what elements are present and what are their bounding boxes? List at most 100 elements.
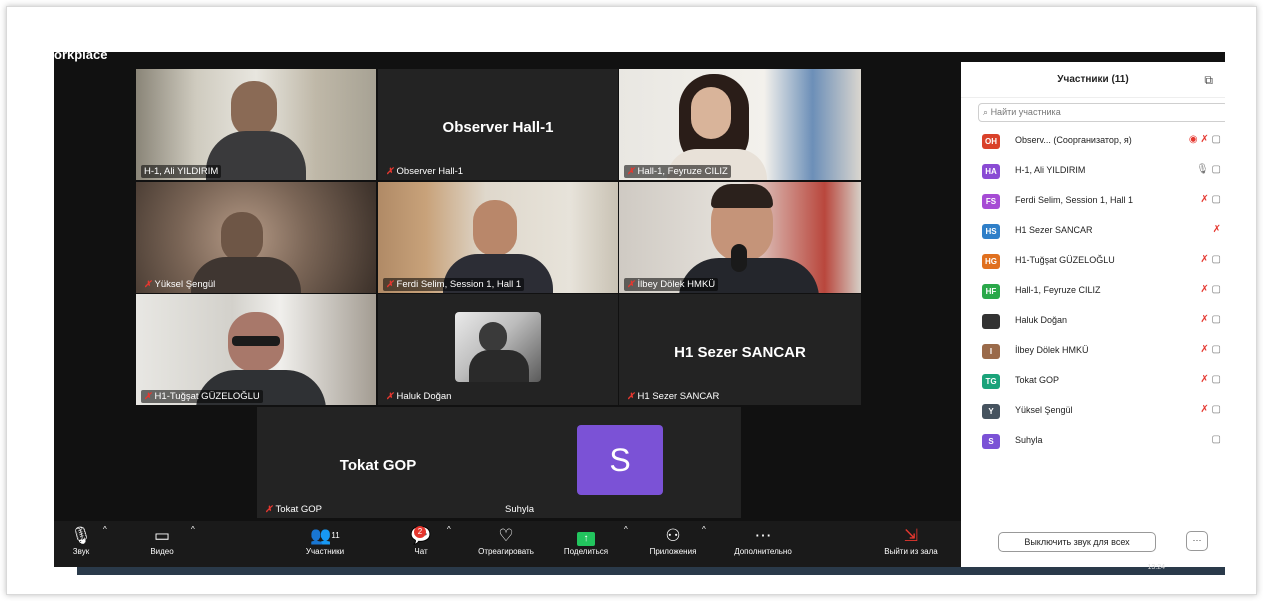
- video-tile[interactable]: ✗ H1-Tuğşat GÜZELOĞLU: [136, 294, 376, 405]
- screenshot-frame: orkplace H-1, Ali YILDIRIM Observer Hall…: [6, 6, 1257, 595]
- video-tile[interactable]: Tokat GOP S ✗ Tokat GOP Suhyla: [257, 407, 741, 518]
- person-face: [691, 87, 731, 139]
- participants-icon: 👥11: [310, 526, 340, 545]
- more-icon: ⋯: [754, 526, 772, 545]
- participant-row[interactable]: Y Yüksel Şengül ✗ ▢: [961, 396, 1225, 426]
- participant-status-icons: ✗ ▢: [1200, 314, 1221, 325]
- participant-row[interactable]: Haluk Doğan ✗ ▢: [961, 306, 1225, 336]
- avatar: I: [982, 344, 1000, 359]
- mic-muted-icon: ✗: [1200, 314, 1212, 325]
- participant-status-icons: ✗ ▢: [1200, 404, 1221, 415]
- video-button[interactable]: ▭ Видео: [142, 525, 182, 556]
- profile-person: [479, 322, 507, 352]
- avatar: S: [577, 425, 663, 495]
- participant-status-icons: ✗ ▢: [1200, 284, 1221, 295]
- apps-label: Приложения: [649, 547, 697, 556]
- recording-icon: ◉: [1188, 134, 1201, 145]
- react-button[interactable]: ♡ Отреагировать: [466, 525, 546, 556]
- more-label: Дополнительно: [734, 547, 792, 556]
- chat-button[interactable]: 💬 2 Чат: [404, 525, 438, 556]
- mic-muted-icon: ✗: [627, 279, 635, 289]
- participant-row[interactable]: FS Ferdi Selim, Session 1, Hall 1 ✗ ▢: [961, 186, 1225, 216]
- participant-row[interactable]: S Suhyla ▢: [961, 426, 1225, 456]
- tile-name-label: ✗ Observer Hall-1: [386, 166, 464, 177]
- audio-button[interactable]: 🎙 Звук: [64, 525, 98, 556]
- share-label: Поделиться: [563, 547, 609, 556]
- search-icon: ⌕: [983, 107, 989, 117]
- leave-room-icon: ⇲: [903, 526, 919, 545]
- video-options-caret[interactable]: ^: [191, 525, 195, 534]
- share-screen-icon: ↑: [562, 525, 610, 547]
- participant-name: İlbey Dölek HMKÜ: [1015, 345, 1089, 355]
- video-off-icon: ▢: [1211, 314, 1221, 325]
- video-tile[interactable]: Observer Hall-1 ✗ Observer Hall-1: [378, 69, 618, 180]
- tile-name-label: ✗ Hall-1, Feyruze CILIZ: [624, 165, 731, 178]
- mic-muted-icon: ✗: [1200, 134, 1212, 145]
- participant-list: OH Observ... (Соорганизатор, я) ◉ ✗ ▢ HA H-…: [961, 126, 1225, 456]
- participant-name: Hall-1, Feyruze CILIZ: [1015, 285, 1101, 295]
- video-off-icon: ▢: [1211, 254, 1221, 265]
- profile-picture: [455, 312, 541, 382]
- mic-muted-icon: ✗: [627, 166, 635, 176]
- person-hair: [711, 184, 773, 208]
- participant-row[interactable]: OH Observ... (Соорганизатор, я) ◉ ✗ ▢: [961, 126, 1225, 156]
- tile-name-label: ✗ Ferdi Selim, Session 1, Hall 1: [383, 278, 525, 291]
- panel-title: Участники (11): [1057, 74, 1129, 85]
- video-tile[interactable]: ✗ Ferdi Selim, Session 1, Hall 1: [378, 182, 618, 293]
- share-options-caret[interactable]: ^: [624, 525, 628, 534]
- leave-button[interactable]: ⇲ Выйти из зала: [874, 525, 948, 556]
- chat-options-caret[interactable]: ^: [447, 525, 451, 534]
- video-gallery: H-1, Ali YILDIRIM Observer Hall-1 ✗ Obser…: [54, 62, 961, 521]
- participant-status-icons: 🎙 ▢: [1196, 164, 1221, 175]
- participant-name: Observ... (Соорганизатор, я): [1015, 135, 1132, 145]
- participants-label: Участники: [305, 547, 345, 556]
- video-tile[interactable]: H-1, Ali YILDIRIM: [136, 69, 376, 180]
- avatar: Y: [982, 404, 1000, 419]
- participant-video: [378, 182, 618, 293]
- participants-button[interactable]: 👥11 Участники: [292, 525, 358, 556]
- participant-status-icons: ▢: [1212, 434, 1221, 445]
- participant-row[interactable]: I İlbey Dölek HMKÜ ✗ ▢: [961, 336, 1225, 366]
- apps-options-caret[interactable]: ^: [702, 525, 706, 534]
- search-placeholder: Найти участника: [990, 107, 1061, 117]
- panel-more-button[interactable]: ···: [1186, 531, 1208, 551]
- participant-name: H1-Tuğşat GÜZELOĞLU: [1015, 255, 1115, 265]
- mic-on-icon: 🎙: [1196, 164, 1212, 175]
- participant-row[interactable]: HS H1 Sezer SANCAR ✗: [961, 216, 1225, 246]
- popout-icon[interactable]: ⧉: [1204, 62, 1213, 98]
- mic-muted-icon: ✗: [1200, 254, 1212, 265]
- video-tile[interactable]: H1 Sezer SANCAR ✗ H1 Sezer SANCAR: [619, 294, 861, 405]
- participant-row[interactable]: TG Tokat GOP ✗ ▢: [961, 366, 1225, 396]
- participant-row[interactable]: HF Hall-1, Feyruze CILIZ ✗ ▢: [961, 276, 1225, 306]
- tile-name-label: ✗ Tokat GOP: [265, 504, 323, 515]
- participants-count: 11: [331, 531, 340, 540]
- avatar: OH: [982, 134, 1000, 149]
- tile-name-label: Suhyla: [505, 504, 535, 515]
- mic-muted-icon: ✗: [386, 166, 394, 176]
- participant-video: [136, 69, 376, 180]
- video-tile[interactable]: ✗ İlbey Dölek HMKÜ: [619, 182, 861, 293]
- participant-name: Suhyla: [1015, 435, 1043, 445]
- apps-button[interactable]: ⚇ Приложения: [644, 525, 702, 556]
- participant-row[interactable]: HG H1-Tuğşat GÜZELOĞLU ✗ ▢: [961, 246, 1225, 276]
- tile-name-label: ✗ Yüksel Şengül: [144, 279, 216, 290]
- participant-row[interactable]: HA H-1, Ali YILDIRIM 🎙 ▢: [961, 156, 1225, 186]
- apps-icon: ⚇: [665, 526, 681, 545]
- share-button[interactable]: ↑ Поделиться: [562, 525, 610, 556]
- participant-search-input[interactable]: ⌕ Найти участника: [978, 103, 1225, 122]
- participant-name: Tokat GOP: [1015, 375, 1060, 385]
- tile-name-label: H-1, Ali YILDIRIM: [141, 165, 222, 178]
- video-tile[interactable]: ✗ Hall-1, Feyruze CILIZ: [619, 69, 861, 180]
- avatar: [982, 314, 1000, 329]
- leave-label: Выйти из зала: [884, 547, 938, 556]
- video-tile[interactable]: ✗ Yüksel Şengül: [136, 182, 376, 293]
- avatar: HG: [982, 254, 1000, 269]
- participant-name: Yüksel Şengül: [1015, 405, 1073, 415]
- avatar: TG: [982, 374, 1000, 389]
- video-tile[interactable]: ✗ Haluk Doğan: [378, 294, 618, 405]
- person-face: [473, 200, 517, 256]
- audio-options-caret[interactable]: ^: [103, 525, 107, 534]
- more-button[interactable]: ⋯ Дополнительно: [720, 525, 806, 556]
- mute-all-button[interactable]: Выключить звук для всех: [998, 532, 1156, 552]
- video-off-icon: ▢: [1211, 434, 1221, 445]
